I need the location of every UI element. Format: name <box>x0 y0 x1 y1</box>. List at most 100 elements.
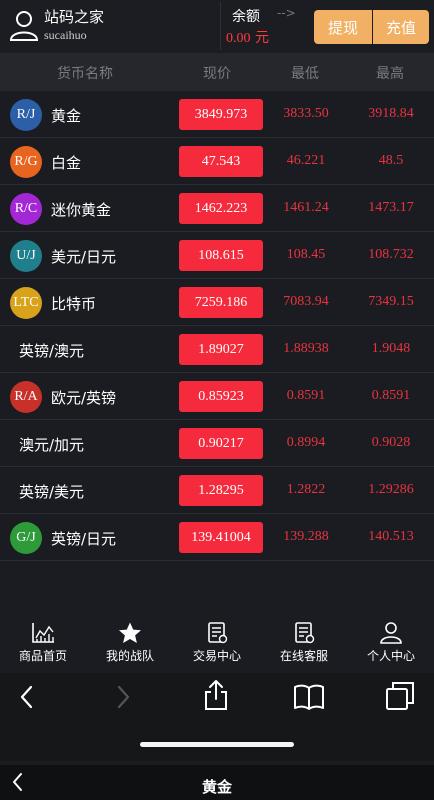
column-price-header: 现价 <box>203 66 231 82</box>
currency-name: 澳元/加元 <box>19 436 85 454</box>
deposit-button[interactable]: 充值 <box>373 10 429 44</box>
person-icon <box>380 622 402 644</box>
low-price: 0.8994 <box>286 435 326 450</box>
tab-home[interactable]: 商品首页 <box>0 617 86 673</box>
currency-name: 欧元/英镑 <box>51 389 117 407</box>
tab-team[interactable]: 我的战队 <box>87 617 173 673</box>
low-price: 1.2822 <box>286 482 326 497</box>
high-price: 0.9028 <box>371 435 411 450</box>
high-price: 3918.84 <box>368 106 414 121</box>
low-price: 139.288 <box>283 529 329 544</box>
currency-name: 美元/日元 <box>51 248 117 266</box>
browser-toolbar <box>0 673 434 761</box>
currency-badge: R/C <box>10 193 42 225</box>
tab-label: 商品首页 <box>18 649 67 663</box>
column-low-header: 最低 <box>291 66 319 82</box>
current-price: 3849.973 <box>179 99 263 130</box>
currency-name: 英镑/澳元 <box>19 342 85 360</box>
table-row[interactable]: R/J 黄金 3849.973 3833.50 3918.84 <box>0 91 434 138</box>
table-row[interactable]: G/J 英镑/日元 139.41004 139.288 140.513 <box>0 514 434 561</box>
low-price: 7083.94 <box>283 294 329 309</box>
document-icon <box>208 622 228 644</box>
current-price: 1.89027 <box>179 334 263 365</box>
page-title: 黄金 <box>201 778 232 796</box>
tabs-icon[interactable] <box>385 681 415 711</box>
currency-name: 英镑/日元 <box>51 530 117 548</box>
low-price: 0.8591 <box>286 388 326 403</box>
currency-name: 迷你黄金 <box>51 201 112 219</box>
table-row[interactable]: 英镑/美元 1.28295 1.2822 1.29286 <box>0 467 434 514</box>
low-price: 1461.24 <box>283 200 329 215</box>
balance-unit: 元 <box>254 30 269 46</box>
site-name: 站码之家 <box>44 8 105 26</box>
forward-icon[interactable] <box>113 683 133 711</box>
back-icon[interactable] <box>17 683 37 711</box>
table-row[interactable]: LTC 比特币 7259.186 7083.94 7349.15 <box>0 279 434 326</box>
balance-arrow: --> <box>277 6 296 20</box>
document-icon <box>295 622 315 644</box>
currency-badge: U/J <box>10 240 42 272</box>
user-id: sucaihuo <box>44 28 87 42</box>
balance-value: 0.00 元 <box>226 27 269 47</box>
withdraw-button[interactable]: 提现 <box>314 10 372 44</box>
high-price: 7349.15 <box>368 294 414 309</box>
tab-customer-service[interactable]: 在线客服 <box>261 617 347 673</box>
bottom-tab-bar: 商品首页 我的战队 交易中心 在线客服 个人中心 <box>0 617 434 673</box>
current-price: 139.41004 <box>179 522 263 553</box>
account-header: 站码之家 sucaihuo 余额 --> 0.00 元 提现 充值 <box>0 0 434 52</box>
high-price: 0.8591 <box>371 388 411 403</box>
current-price: 47.543 <box>179 146 263 177</box>
current-price: 0.90217 <box>179 428 263 459</box>
current-price: 0.85923 <box>179 381 263 412</box>
high-price: 108.732 <box>368 247 414 262</box>
current-price: 1462.223 <box>179 193 263 224</box>
column-name-header: 货币名称 <box>57 66 113 82</box>
currency-badge: R/A <box>10 381 42 413</box>
tab-label: 个人中心 <box>366 649 415 663</box>
currency-badge: R/J <box>10 99 42 131</box>
balance-label: 余额 <box>232 9 260 25</box>
chart-icon <box>32 623 54 643</box>
tab-profile[interactable]: 个人中心 <box>348 617 434 673</box>
table-row[interactable]: R/G 白金 47.543 46.221 48.5 <box>0 138 434 185</box>
high-price: 140.513 <box>368 529 414 544</box>
share-icon[interactable] <box>202 679 230 711</box>
tab-trade-center[interactable]: 交易中心 <box>174 617 260 673</box>
tab-label: 我的战队 <box>105 649 154 663</box>
currency-name: 白金 <box>51 154 82 172</box>
balance-amount: 0.00 <box>226 31 251 46</box>
current-price: 1.28295 <box>179 475 263 506</box>
tab-label: 交易中心 <box>192 649 241 663</box>
low-price: 3833.50 <box>283 106 329 121</box>
high-price: 1.29286 <box>368 482 414 497</box>
currency-name: 比特币 <box>51 295 97 313</box>
tab-label: 在线客服 <box>279 649 328 663</box>
high-price: 48.5 <box>378 153 404 168</box>
header-divider <box>220 2 221 50</box>
quote-table: R/J 黄金 3849.973 3833.50 3918.84 R/G 白金 4… <box>0 91 434 561</box>
column-high-header: 最高 <box>376 66 404 82</box>
currency-name: 英镑/美元 <box>19 483 85 501</box>
page-title-bar: 黄金 <box>0 765 434 800</box>
high-price: 1.9048 <box>371 341 411 356</box>
table-header: 货币名称 现价 最低 最高 <box>0 53 434 91</box>
table-row[interactable]: 澳元/加元 0.90217 0.8994 0.9028 <box>0 420 434 467</box>
currency-badge: G/J <box>10 522 42 554</box>
currency-name: 黄金 <box>51 107 82 125</box>
table-row[interactable]: R/C 迷你黄金 1462.223 1461.24 1473.17 <box>0 185 434 232</box>
currency-badge: R/G <box>10 146 42 178</box>
table-row[interactable]: U/J 美元/日元 108.615 108.45 108.732 <box>0 232 434 279</box>
user-avatar-icon[interactable] <box>9 9 39 41</box>
table-row[interactable]: 英镑/澳元 1.89027 1.88938 1.9048 <box>0 326 434 373</box>
bookmarks-icon[interactable] <box>293 683 325 711</box>
low-price: 1.88938 <box>283 341 329 356</box>
table-row[interactable]: R/A 欧元/英镑 0.85923 0.8591 0.8591 <box>0 373 434 420</box>
low-price: 108.45 <box>286 247 326 262</box>
high-price: 1473.17 <box>368 200 414 215</box>
low-price: 46.221 <box>286 153 326 168</box>
current-price: 7259.186 <box>179 287 263 318</box>
currency-badge: LTC <box>10 287 42 319</box>
star-icon <box>119 622 141 643</box>
home-indicator <box>140 742 294 747</box>
current-price: 108.615 <box>179 240 263 271</box>
